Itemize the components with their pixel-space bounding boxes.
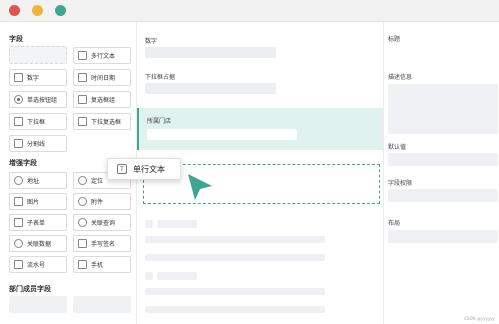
canvas-dropdown-input[interactable] — [145, 83, 276, 94]
field-label: 手机 — [91, 262, 104, 269]
skeleton-block — [145, 288, 325, 295]
canvas-field-label: 所属门店 — [147, 118, 172, 125]
field-label: 下拉框 — [27, 119, 46, 126]
field-label: 关联数据 — [27, 241, 52, 248]
field-link-query[interactable]: 关联查询 — [73, 214, 131, 231]
skeleton-block — [157, 272, 197, 280]
field-image[interactable]: 图片 — [9, 193, 67, 210]
checkbox-icon — [78, 95, 87, 104]
field-label: 子表单 — [27, 220, 46, 227]
field-label: 手写签名 — [91, 241, 116, 248]
dept-field-placeholder — [9, 296, 67, 313]
cursor-arrow-icon — [188, 174, 212, 200]
signature-icon — [78, 239, 87, 248]
prop-permission-input[interactable] — [388, 189, 498, 202]
field-label: 单选按钮组 — [27, 97, 58, 104]
field-placeholder-slot — [9, 46, 67, 64]
field-radio-group[interactable]: 单选按钮组 — [9, 91, 67, 108]
section-title-dept: 部门成员字段 — [9, 285, 51, 293]
field-label: 图片 — [27, 199, 40, 206]
field-number[interactable]: 数字 — [9, 69, 67, 86]
skeleton-block — [145, 306, 325, 313]
skeleton-block — [145, 220, 153, 228]
skeleton-block — [145, 236, 325, 243]
field-attachment[interactable]: 附件 — [73, 193, 131, 210]
field-dropdown-checkbox[interactable]: 下拉复选框 — [73, 113, 131, 130]
divider-icon — [14, 139, 23, 148]
prop-default-input[interactable] — [388, 153, 498, 166]
field-multiline-text[interactable]: 多行文本 — [73, 47, 131, 64]
maximize-window-button[interactable] — [55, 5, 66, 16]
field-label: 附件 — [91, 199, 104, 206]
field-divider[interactable]: 分割线 — [9, 135, 67, 152]
skeleton-block — [145, 254, 325, 261]
field-label: 定位 — [91, 178, 104, 185]
multiline-text-icon — [78, 51, 87, 60]
section-title-enhanced: 增强字段 — [9, 159, 37, 167]
dept-field-placeholder — [73, 296, 131, 313]
skeleton-block — [145, 272, 153, 280]
canvas-field-label: 数字 — [145, 38, 158, 45]
image-icon — [14, 197, 23, 206]
text-field-icon: T — [117, 164, 127, 174]
link-query-icon — [78, 218, 87, 227]
phone-icon — [78, 260, 87, 269]
field-label: 流水号 — [27, 262, 46, 269]
field-label: 下拉复选框 — [91, 119, 122, 126]
serial-icon — [14, 260, 23, 269]
close-window-button[interactable] — [9, 5, 20, 16]
prop-description-input[interactable] — [388, 84, 498, 134]
selected-field-store[interactable]: 所属门店 — [137, 108, 383, 150]
field-signature[interactable]: 手写签名 — [73, 235, 131, 252]
dropdown-checkbox-icon — [78, 117, 87, 126]
section-title-fields: 字段 — [9, 35, 23, 43]
field-serial-number[interactable]: 流水号 — [9, 256, 67, 273]
dragging-field-label: 单行文本 — [133, 164, 165, 174]
field-link-data[interactable]: 关联数据 — [9, 235, 67, 252]
subform-icon — [14, 218, 23, 227]
field-label: 复选框组 — [91, 97, 116, 104]
field-address[interactable]: 地址 — [9, 172, 67, 189]
field-subform[interactable]: 子表单 — [9, 214, 67, 231]
canvas-store-input[interactable] — [147, 129, 297, 140]
radio-icon — [14, 95, 23, 104]
prop-title-label: 标题 — [388, 36, 401, 43]
window-titlebar — [0, 0, 499, 22]
field-datetime[interactable]: 时间日期 — [73, 69, 131, 86]
skeleton-block — [157, 220, 197, 228]
field-label: 时间日期 — [91, 75, 116, 82]
field-label: 分割线 — [27, 141, 46, 148]
location-icon — [14, 176, 23, 185]
canvas-field-label: 下拉框占据 — [145, 74, 176, 81]
number-icon — [14, 73, 23, 82]
prop-default-label: 默认值 — [388, 144, 407, 151]
locate-icon — [78, 176, 87, 185]
dropdown-icon — [14, 117, 23, 126]
prop-layout-input[interactable] — [388, 230, 498, 243]
calendar-icon — [78, 73, 87, 82]
field-checkbox-group[interactable]: 复选框组 — [73, 91, 131, 108]
field-label: 数字 — [27, 75, 40, 82]
prop-description-label: 描述信息 — [388, 74, 413, 81]
field-label: 关联查询 — [91, 220, 116, 227]
field-dropdown[interactable]: 下拉框 — [9, 113, 67, 130]
prop-layout-label: 布局 — [388, 220, 401, 227]
properties-panel: 标题 描述信息 默认值 字段权限 布局 — [383, 22, 499, 324]
attachment-icon — [78, 197, 87, 206]
prop-permission-label: 字段权限 — [388, 180, 413, 187]
canvas-number-input[interactable] — [145, 47, 276, 58]
minimize-window-button[interactable] — [32, 5, 43, 16]
field-phone[interactable]: 手机 — [73, 256, 131, 273]
field-label: 多行文本 — [91, 53, 116, 60]
link-data-icon — [14, 239, 23, 248]
dragging-field-single-line-text[interactable]: T 单行文本 — [107, 158, 181, 180]
field-label: 地址 — [27, 178, 40, 185]
watermark: CSDN @yyyyyy — [464, 316, 495, 321]
